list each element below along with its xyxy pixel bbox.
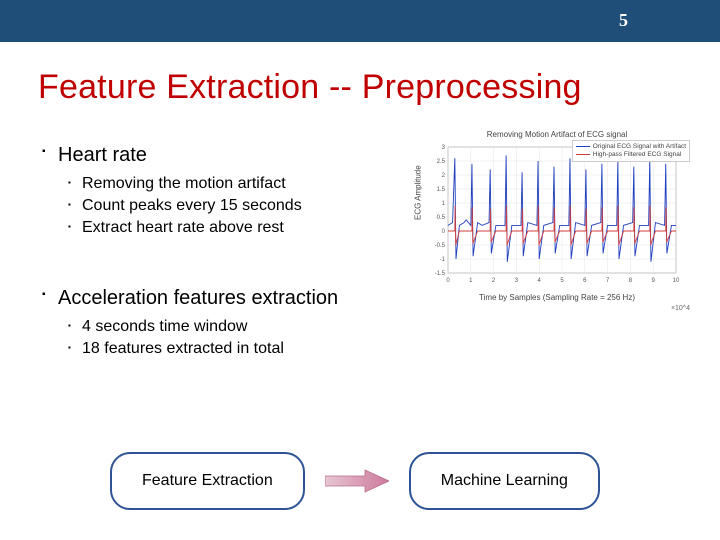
svg-text:10: 10 <box>673 278 680 284</box>
flow-box-feature-extraction: Feature Extraction <box>110 452 305 510</box>
header-bar <box>0 0 720 42</box>
svg-text:0: 0 <box>446 278 450 284</box>
svg-text:7: 7 <box>606 278 610 284</box>
svg-text:2.5: 2.5 <box>437 159 446 165</box>
svg-text:1: 1 <box>469 278 473 284</box>
svg-text:5: 5 <box>560 278 564 284</box>
svg-text:9: 9 <box>652 278 656 284</box>
svg-text:0.5: 0.5 <box>437 215 446 221</box>
chart-svg: 0 1 2 3 4 5 6 7 8 9 10 -1.5 -1 -0.5 0 0.5 1 1.5 2 2.5 3 <box>422 141 682 291</box>
chart-title: Removing Motion Artifact of ECG signal <box>422 130 692 139</box>
chart-xlabel: Time by Samples (Sampling Rate = 256 Hz) <box>422 293 692 302</box>
svg-text:0: 0 <box>442 229 446 235</box>
chart-x-scale-note: ×10^4 <box>671 305 690 312</box>
svg-text:2: 2 <box>442 173 446 179</box>
flow-box-machine-learning: Machine Learning <box>409 452 600 510</box>
svg-text:8: 8 <box>629 278 633 284</box>
legend-swatch-0 <box>576 146 590 147</box>
svg-text:-1.5: -1.5 <box>435 271 446 277</box>
chart-ylabel: ECG Amplitude <box>414 165 423 220</box>
legend-label-1: High-pass Filtered ECG Signal <box>593 151 682 159</box>
svg-text:-1: -1 <box>440 257 446 263</box>
bullet-accel-item: 4 seconds time window <box>42 318 682 336</box>
svg-text:4: 4 <box>538 278 542 284</box>
svg-text:2: 2 <box>492 278 496 284</box>
flow-arrow-icon <box>325 467 389 495</box>
svg-text:3: 3 <box>442 145 446 151</box>
chart-legend: Original ECG Signal with Artifact High-p… <box>572 140 690 162</box>
legend-swatch-1 <box>576 154 590 155</box>
svg-text:1.5: 1.5 <box>437 187 446 193</box>
ecg-chart: Removing Motion Artifact of ECG signal E… <box>422 130 692 310</box>
svg-text:3: 3 <box>515 278 519 284</box>
svg-text:6: 6 <box>583 278 587 284</box>
svg-text:1: 1 <box>442 201 446 207</box>
flow-diagram: Feature Extraction Machine Learning <box>110 452 600 510</box>
legend-label-0: Original ECG Signal with Artifact <box>593 143 686 151</box>
svg-text:-0.5: -0.5 <box>435 243 446 249</box>
page-number: 5 <box>619 10 628 31</box>
slide-title: Feature Extraction -- Preprocessing <box>38 68 582 107</box>
bullet-accel-item: 18 features extracted in total <box>42 340 682 358</box>
